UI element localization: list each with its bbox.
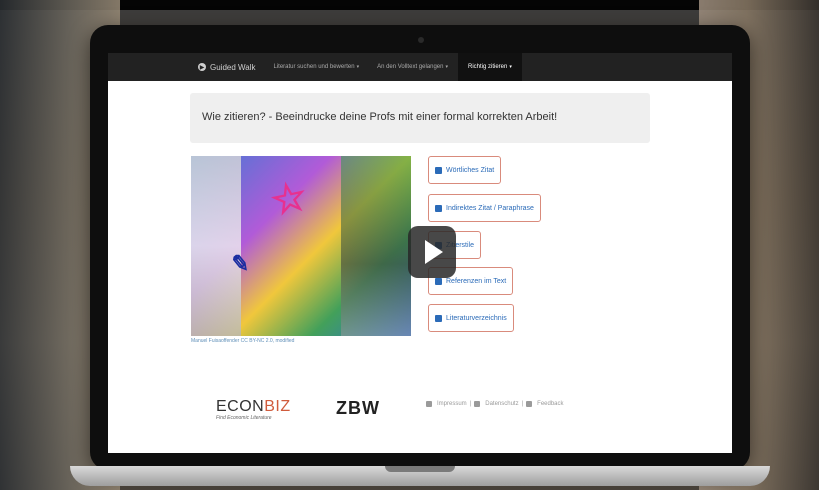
nav-item-volltext[interactable]: An den Volltext gelangen ▾ [377, 64, 448, 70]
nav-item-richtig-zitieren[interactable]: Richtig zitieren ▾ [457, 53, 522, 81]
econbiz-suffix: BIZ [264, 398, 291, 415]
nav-item-label: Literatur suchen und bewerten [273, 64, 355, 70]
graffiti-decoration: ✎ [229, 250, 251, 277]
button-label: Indirektes Zitat / Paraphrase [446, 204, 534, 212]
nav-brand-label: Guided Walk [210, 62, 256, 72]
nav-item-label: An den Volltext gelangen [377, 64, 444, 70]
button-label: Referenzen im Text [446, 277, 507, 285]
econbiz-wordmark: ECONBIZ [216, 398, 291, 416]
square-icon [435, 166, 442, 174]
footer-feedback-link[interactable]: Feedback [537, 401, 563, 407]
footer-impressum-link[interactable]: Impressum [437, 401, 467, 407]
nav-brand[interactable]: ▶ Guided Walk [198, 63, 256, 72]
button-woertliches-zitat[interactable]: Wörtliches Zitat [428, 156, 502, 184]
button-label: Wörtliches Zitat [446, 166, 495, 174]
graffiti-photo: ☆ ✎ [191, 156, 411, 336]
footer-separator: | [469, 401, 472, 407]
footer-links: Impressum | Datenschutz | Feedback [426, 401, 564, 407]
laptop-screen: ▶ Guided Walk Literatur suchen und bewer… [108, 53, 732, 453]
button-indirektes-zitat[interactable]: Indirektes Zitat / Paraphrase [428, 194, 541, 222]
footer-separator: | [521, 401, 524, 407]
circle-arrow-icon: ▶ [198, 63, 206, 71]
chevron-down-icon: ▾ [509, 64, 512, 70]
footer-datenschutz-link[interactable]: Datenschutz [485, 401, 518, 407]
jumbotron: Wie zitieren? - Beeindrucke deine Profs … [190, 93, 650, 143]
navbar: ▶ Guided Walk Literatur suchen und bewer… [108, 53, 732, 81]
square-icon [435, 277, 442, 285]
page-heading: Wie zitieren? - Beeindrucke deine Profs … [202, 111, 558, 123]
square-icon [435, 204, 442, 212]
image-credit[interactable]: Manuel Fuisaoffender CC BY-NC 2.0, modif… [191, 338, 294, 344]
video-play-button[interactable] [408, 226, 456, 278]
square-icon [426, 401, 432, 407]
econbiz-prefix: ECON [216, 398, 265, 415]
lock-icon [474, 401, 481, 407]
play-icon [425, 240, 443, 264]
chevron-down-icon: ▾ [356, 64, 360, 70]
nav-item-literatur-suchen[interactable]: Literatur suchen und bewerten ▾ [274, 64, 360, 70]
button-literaturverzeichnis[interactable]: Literaturverzeichnis [428, 304, 514, 332]
top-letterbox [0, 0, 819, 10]
graffiti-decoration: ☆ [266, 173, 312, 225]
chevron-down-icon: ▾ [445, 64, 448, 70]
camera-dot [418, 37, 424, 43]
button-label: Literaturverzeichnis [446, 314, 507, 322]
mail-icon [526, 401, 533, 407]
square-icon [435, 314, 442, 322]
zbw-logo[interactable]: ZBW [336, 398, 380, 419]
nav-item-label: Richtig zitieren [467, 64, 508, 70]
laptop-notch [385, 466, 455, 472]
laptop-frame: ▶ Guided Walk Literatur suchen und bewer… [90, 25, 750, 470]
econbiz-logo[interactable]: ECONBIZ Find Economic Literature [216, 398, 291, 421]
